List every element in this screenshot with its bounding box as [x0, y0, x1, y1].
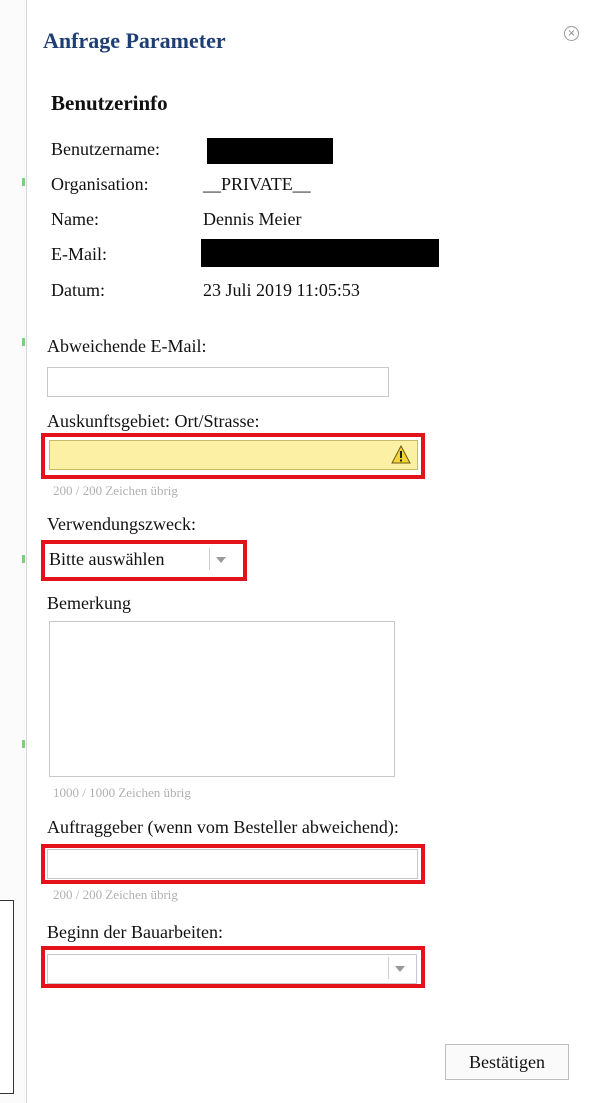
organisation-label: Organisation: — [51, 174, 149, 194]
close-icon[interactable]: × — [564, 26, 579, 41]
date-value: 23 Juli 2019 11:05:53 — [203, 280, 360, 300]
construction-start-highlight — [41, 946, 425, 988]
email-redacted — [201, 239, 439, 267]
user-info-heading: Benutzerinfo — [51, 91, 168, 115]
remark-label: Bemerkung — [47, 593, 131, 613]
purpose-highlight — [41, 540, 247, 581]
area-highlight — [41, 433, 425, 479]
date-label: Datum: — [51, 280, 105, 300]
remark-textarea[interactable] — [49, 621, 395, 777]
background-marker — [22, 178, 25, 186]
background-marker — [22, 555, 25, 563]
area-label: Auskunftsgebiet: Ort/Strasse: — [47, 411, 260, 431]
username-label: Benutzername: — [51, 139, 160, 159]
client-char-counter: 200 / 200 Zeichen übrig — [53, 887, 178, 902]
dialog-title: Anfrage Parameter — [43, 28, 226, 53]
email-label: E-Mail: — [51, 244, 107, 264]
alt-email-input[interactable] — [47, 367, 389, 397]
construction-start-label: Beginn der Bauarbeiten: — [47, 922, 223, 942]
client-highlight — [41, 844, 425, 884]
area-char-counter: 200 / 200 Zeichen übrig — [53, 483, 178, 498]
alt-email-label: Abweichende E-Mail: — [47, 336, 207, 356]
name-label: Name: — [51, 209, 99, 229]
purpose-label: Verwendungszweck: — [47, 514, 196, 534]
background-page — [0, 0, 26, 1103]
request-parameters-dialog: Anfrage Parameter × Benutzerinfo Benutze… — [26, 0, 590, 1103]
organisation-value: __PRIVATE__ — [203, 174, 311, 194]
remark-char-counter: 1000 / 1000 Zeichen übrig — [53, 785, 191, 800]
confirm-button[interactable]: Bestätigen — [445, 1044, 569, 1080]
background-panel — [0, 900, 14, 1094]
client-label: Auftraggeber (wenn vom Besteller abweich… — [47, 817, 399, 837]
username-redacted — [207, 138, 333, 164]
name-value: Dennis Meier — [203, 209, 302, 229]
background-marker — [22, 338, 25, 346]
background-marker — [22, 740, 25, 748]
